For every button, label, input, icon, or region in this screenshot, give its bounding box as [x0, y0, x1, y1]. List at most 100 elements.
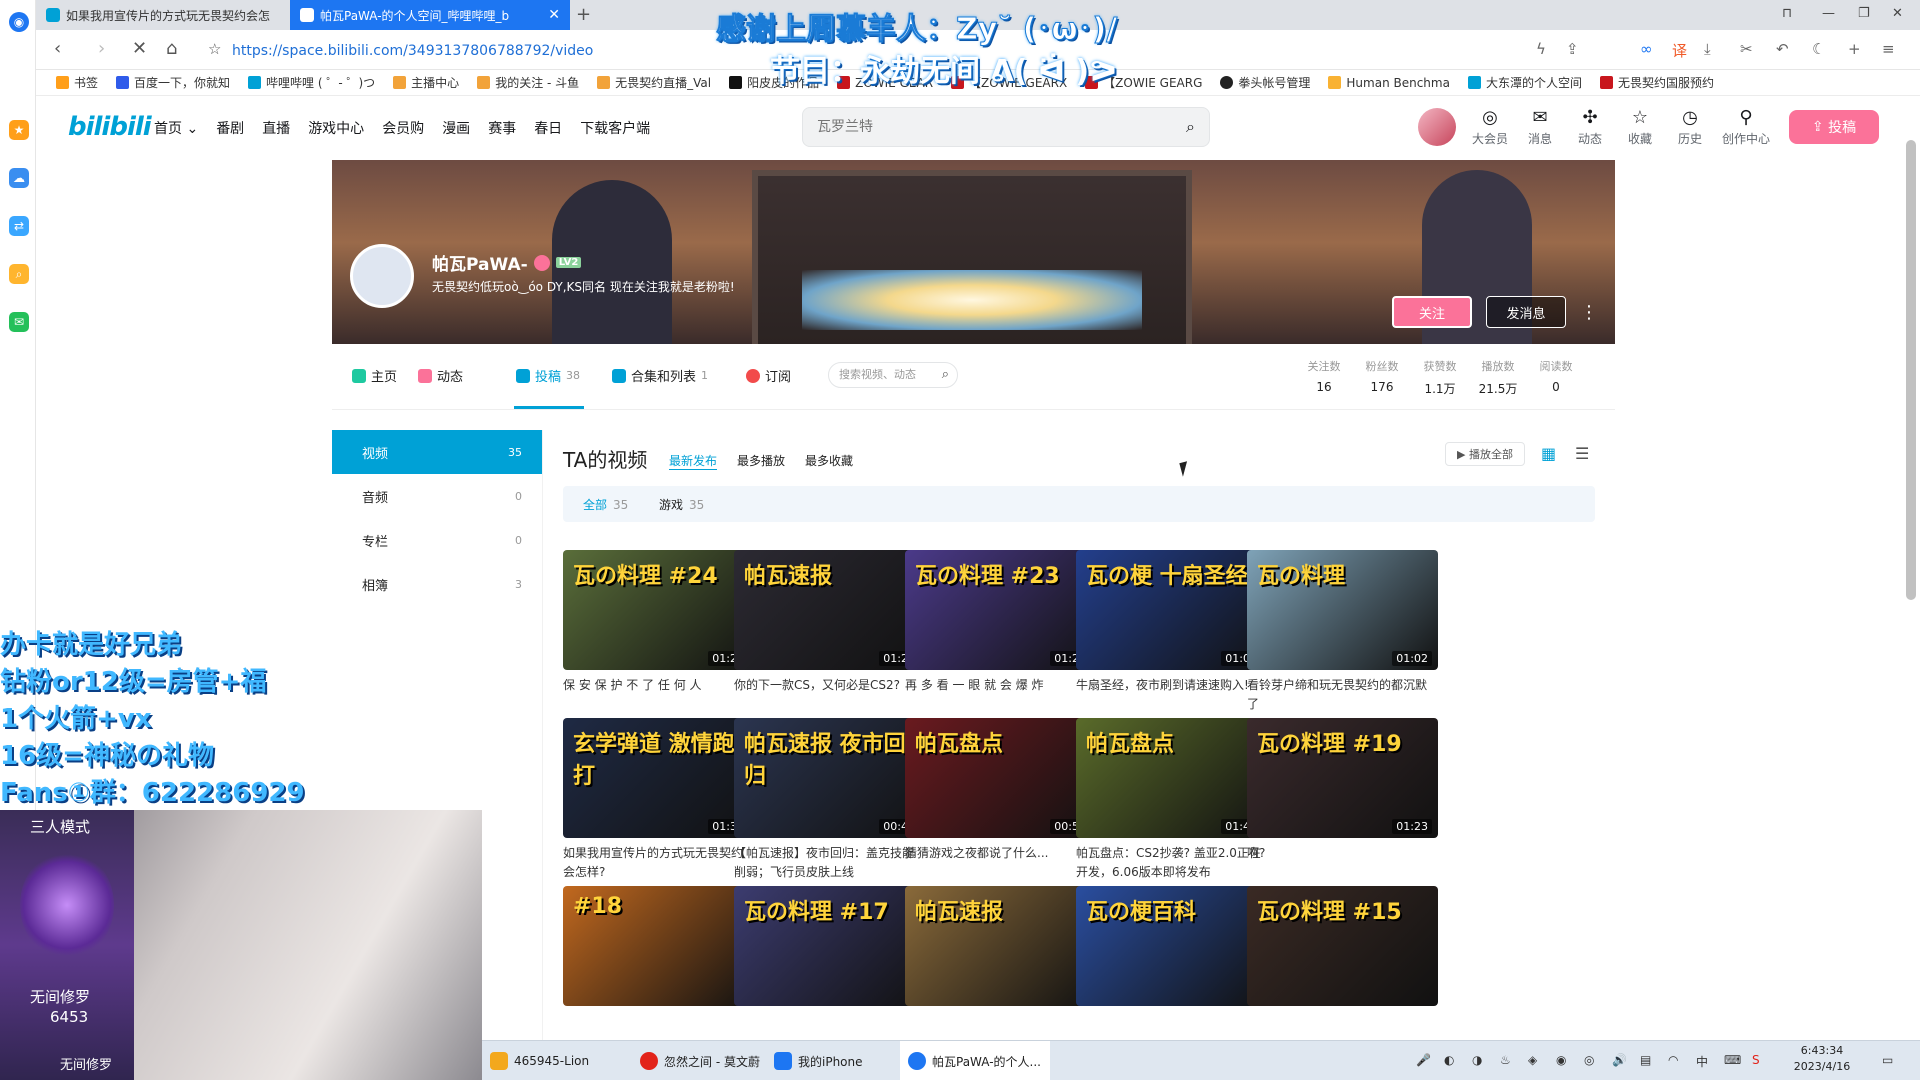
filter-game[interactable]: 游戏 35 — [659, 496, 704, 513]
video-title[interactable]: 【帕瓦速报】夜市回归：盖克技能削弱；飞行员皮肤上线 — [734, 844, 925, 882]
tab-subscriptions[interactable]: 订阅 — [746, 366, 791, 385]
user-avatar[interactable] — [1418, 108, 1456, 146]
list-view-icon[interactable]: ☰ — [1575, 444, 1589, 463]
filter-all[interactable]: 全部 35 — [583, 496, 628, 513]
translate-ext-icon[interactable]: 译 — [1672, 40, 1687, 61]
maximize-button[interactable]: ❐ — [1858, 6, 1870, 21]
video-thumbnail[interactable]: #18 — [563, 886, 754, 1006]
video-title[interactable]: 你的下一款CS，又何必是CS2? — [734, 676, 925, 714]
bookmark-item[interactable]: 大东潭的个人空间 — [1467, 74, 1582, 91]
menu-article[interactable]: 专栏 0 — [332, 518, 542, 562]
bookmark-item[interactable]: 百度一下，你就知 — [116, 74, 230, 91]
clock[interactable]: 6:43:34 2023/4/16 — [1782, 1043, 1862, 1075]
stat-fans[interactable]: 粉丝数 176 — [1356, 358, 1408, 394]
wechat-icon[interactable]: ✉ — [9, 312, 29, 332]
video-card[interactable]: 瓦の梗百科 — [1076, 886, 1267, 1006]
video-title[interactable]: 再 多 看 一 眼 就 会 爆 炸 — [905, 676, 1096, 714]
video-card[interactable]: #18 — [563, 886, 754, 1006]
header-dynamic[interactable]: ✣ 动态 — [1568, 106, 1612, 147]
header-creator[interactable]: ⚲ 创作中心 — [1718, 106, 1774, 147]
nav-shop[interactable]: 会员购 — [382, 118, 424, 138]
bookmark-item[interactable]: 我的关注 - 斗鱼 — [477, 74, 579, 91]
video-thumbnail[interactable]: 瓦の料理 #17 — [734, 886, 925, 1006]
menu-icon[interactable]: ≡ — [1882, 40, 1895, 58]
taskbar-item-browser[interactable]: 帕瓦PaWA-的个人... — [900, 1041, 1050, 1080]
search-icon[interactable]: ⌕ — [942, 363, 949, 387]
bookmark-item[interactable]: 哔哩哔哩 ( ゜- ゜)つ — [248, 74, 375, 91]
video-thumbnail[interactable]: 瓦の梗 十扇圣经 01:07 — [1076, 550, 1267, 670]
video-title[interactable]: 啊? — [1247, 844, 1438, 882]
video-card[interactable]: 瓦の料理 #2401:21保 安 保 护 不 了 任 何 人▣ 639◷ 4-1… — [563, 550, 754, 731]
download-icon[interactable]: ⤓ — [1704, 40, 1711, 58]
header-favorites[interactable]: ☆ 收藏 — [1618, 106, 1662, 147]
video-card[interactable]: 帕瓦速报 — [905, 886, 1096, 1006]
video-thumbnail[interactable]: 帕瓦盘点 00:52 — [905, 718, 1096, 838]
search-tool-icon[interactable]: ⌕ — [9, 264, 29, 284]
video-card[interactable]: 帕瓦盘点 01:41 帕瓦盘点：CS2抄袭? 盖亚2.0正在开发，6.06版本即将发… — [1076, 718, 1267, 899]
video-title[interactable]: 保 安 保 护 不 了 任 何 人 — [563, 676, 754, 714]
header-message[interactable]: ✉ 消息 — [1518, 106, 1562, 147]
video-thumbnail[interactable]: 瓦の梗百科 — [1076, 886, 1267, 1006]
bookmark-item[interactable]: Human Benchma — [1328, 76, 1450, 90]
mic-icon[interactable]: 🎤 — [1416, 1053, 1431, 1067]
search-input[interactable] — [817, 118, 1157, 134]
nav-home[interactable]: 首页 ⌄ — [154, 118, 198, 138]
lightning-icon[interactable]: ϟ — [1536, 40, 1546, 58]
network-icon[interactable]: ▤ — [1640, 1053, 1651, 1067]
taskbar-item-iphone[interactable]: 我的iPhone — [766, 1041, 871, 1080]
cloud-icon[interactable]: ☁ — [9, 168, 29, 188]
video-card[interactable]: 帕瓦速报01:20你的下一款CS，又何必是CS2?▣ 501◷ 4-11 — [734, 550, 925, 731]
tray-app-icon[interactable]: ◐ — [1444, 1053, 1454, 1067]
home-icon[interactable]: ⌂ — [166, 38, 177, 59]
sort-most-played[interactable]: 最多播放 — [737, 452, 785, 469]
video-thumbnail[interactable]: 瓦の料理 #19 01:23 — [1247, 718, 1438, 838]
nav-download[interactable]: 下载客户端 — [580, 118, 650, 138]
back-button[interactable]: ‹ — [54, 38, 61, 59]
steam-icon[interactable]: ♨ — [1500, 1053, 1511, 1067]
video-thumbnail[interactable]: 帕瓦盘点 01:41 — [1076, 718, 1267, 838]
close-window-button[interactable]: ✕ — [1892, 6, 1903, 21]
tab-uploads[interactable]: 投稿 38 — [516, 366, 580, 385]
video-card[interactable]: 玄学弹道 激情跑打01:31如果我用宣传片的方式玩无畏契约会怎样?▣ 5.4万◷… — [563, 718, 754, 902]
tab-video-page[interactable]: 如果我用宣传片的方式玩无畏契约会怎 — [36, 0, 288, 30]
video-title[interactable]: 如果我用宣传片的方式玩无畏契约会怎样? — [563, 844, 754, 882]
menu-album[interactable]: 相簿 3 — [332, 562, 542, 606]
sogou-icon[interactable]: S — [1752, 1053, 1760, 1067]
share-icon[interactable]: ⇪ — [1566, 40, 1579, 58]
nav-anime[interactable]: 番剧 — [216, 118, 244, 138]
profile-search-input[interactable]: 搜索视频、动态 ⌕ — [828, 362, 958, 388]
tray-app-icon[interactable]: ◈ — [1528, 1053, 1537, 1067]
header-history[interactable]: ◷ 历史 — [1668, 106, 1712, 147]
volume-icon[interactable]: 🔊 — [1612, 1053, 1627, 1067]
undo-icon[interactable]: ↶ — [1776, 40, 1789, 58]
menu-audio[interactable]: 音频 0 — [332, 474, 542, 518]
tab-dynamic[interactable]: 动态 — [418, 366, 463, 385]
nav-manga[interactable]: 漫画 — [442, 118, 470, 138]
nav-live[interactable]: 直播 — [262, 118, 290, 138]
scissors-icon[interactable]: ✂ — [1740, 40, 1753, 58]
bookmark-item[interactable]: 拳头帐号管理 — [1220, 74, 1310, 91]
wifi-icon[interactable]: ◠ — [1668, 1053, 1678, 1067]
minimize-button[interactable]: — — [1822, 6, 1835, 21]
grid-view-icon[interactable]: ▦ — [1541, 444, 1556, 463]
video-card[interactable]: 帕瓦速报 夜市回归00:42【帕瓦速报】夜市回归：盖克技能削弱；飞行员皮肤上线▣… — [734, 718, 925, 899]
menu-video[interactable]: 视频 35 — [332, 430, 542, 474]
forward-button[interactable]: › — [98, 38, 105, 59]
bookmark-item[interactable]: 无畏契约直播_Val — [597, 74, 711, 91]
video-thumbnail[interactable]: 玄学弹道 激情跑打 01:31 — [563, 718, 754, 838]
video-thumbnail[interactable]: 瓦の料理 01:02 — [1247, 550, 1438, 670]
page-scrollbar[interactable] — [1906, 140, 1916, 600]
night-mode-icon[interactable]: ☾ — [1812, 40, 1825, 58]
video-card[interactable]: 瓦の料理 #15 — [1247, 886, 1438, 1006]
sort-latest[interactable]: 最新发布 — [669, 452, 718, 470]
send-message-button[interactable]: 发消息 — [1486, 296, 1566, 328]
video-thumbnail[interactable]: 瓦の料理 #15 — [1247, 886, 1438, 1006]
taskbar-item-music[interactable]: 忽然之间 - 莫文蔚 — [632, 1041, 768, 1080]
video-card[interactable]: 瓦の料理 #1901:23啊?▣ 3125◷ 3-24 — [1247, 718, 1438, 899]
video-thumbnail[interactable]: 帕瓦速报 01:20 — [734, 550, 925, 670]
video-card[interactable]: 瓦の料理 #17 — [734, 886, 925, 1006]
taskbar-item-lion[interactable]: 465945-Lion — [482, 1041, 597, 1080]
stop-loading-button[interactable]: ✕ — [132, 38, 147, 59]
more-icon[interactable]: ⋮ — [1580, 302, 1598, 323]
video-title[interactable]: 帕瓦盘点：CS2抄袭? 盖亚2.0正在开发，6.06版本即将发布 — [1076, 844, 1267, 882]
